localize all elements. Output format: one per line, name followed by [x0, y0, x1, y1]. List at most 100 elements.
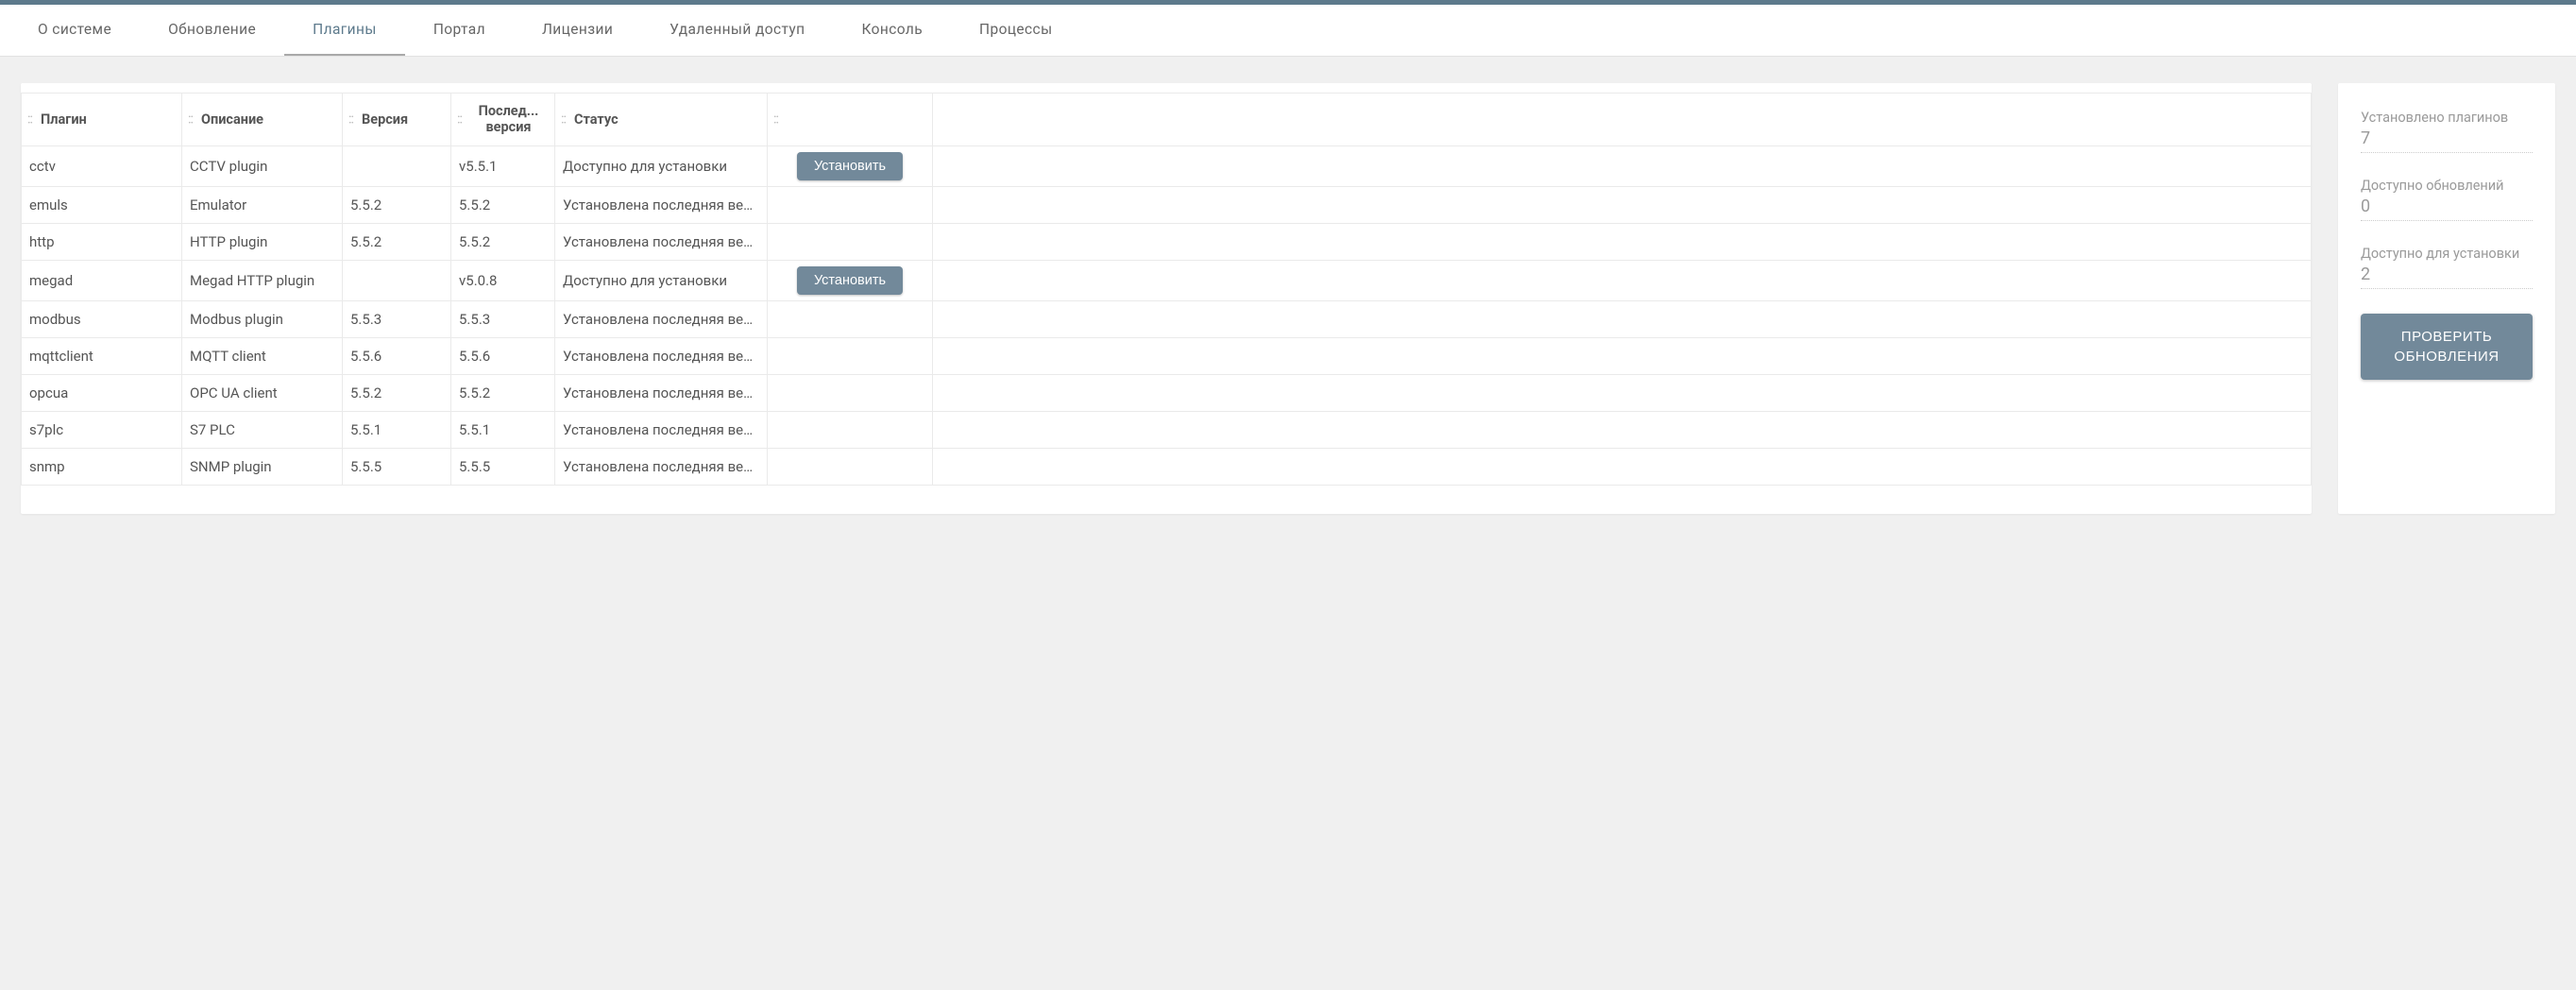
cell-last-version: 5.5.1 — [451, 411, 555, 448]
cell-last-version: 5.5.2 — [451, 223, 555, 260]
stat-installed-label: Установлено плагинов — [2361, 110, 2533, 127]
summary-sidebar: Установлено плагинов 7 Доступно обновлен… — [2338, 83, 2555, 514]
stat-available-label: Доступно для установки — [2361, 246, 2533, 263]
cell-action: Установить — [768, 145, 933, 186]
stat-updates: Доступно обновлений 0 — [2361, 178, 2533, 221]
stat-installed: Установлено плагинов 7 — [2361, 110, 2533, 153]
stat-updates-value: 0 — [2361, 196, 2533, 216]
cell-status: Доступно для установки — [555, 260, 768, 300]
stat-available: Доступно для установки 2 — [2361, 246, 2533, 289]
cell-description: OPC UA client — [182, 374, 343, 411]
cell-status: Установлена последняя вер... — [555, 223, 768, 260]
cell-extra — [933, 300, 2312, 337]
header-plugin[interactable]: ::Плагин — [22, 94, 182, 146]
cell-version: 5.5.1 — [343, 411, 451, 448]
cell-description: MQTT client — [182, 337, 343, 374]
plugins-table: ::Плагин ::Описание ::Версия ::Послед...… — [21, 93, 2312, 486]
table-row: httpHTTP plugin5.5.25.5.2Установлена пос… — [22, 223, 2312, 260]
cell-plugin: mqttclient — [22, 337, 182, 374]
cell-action — [768, 300, 933, 337]
cell-extra — [933, 337, 2312, 374]
cell-plugin: cctv — [22, 145, 182, 186]
stat-installed-value: 7 — [2361, 128, 2533, 148]
cell-last-version: 5.5.5 — [451, 448, 555, 485]
cell-extra — [933, 411, 2312, 448]
cell-description: S7 PLC — [182, 411, 343, 448]
header-version[interactable]: ::Версия — [343, 94, 451, 146]
nav-item-3[interactable]: Портал — [405, 5, 514, 56]
nav-item-6[interactable]: Консоль — [833, 5, 951, 56]
cell-plugin: http — [22, 223, 182, 260]
cell-status: Установлена последняя вер... — [555, 448, 768, 485]
header-last-version[interactable]: ::Послед... версия — [451, 94, 555, 146]
cell-version: 5.5.3 — [343, 300, 451, 337]
header-action[interactable]: :: — [768, 94, 933, 146]
cell-extra — [933, 145, 2312, 186]
cell-extra — [933, 448, 2312, 485]
table-row: emulsEmulator5.5.25.5.2Установлена после… — [22, 186, 2312, 223]
table-row: opcuaOPC UA client5.5.25.5.2Установлена … — [22, 374, 2312, 411]
cell-extra — [933, 186, 2312, 223]
cell-action — [768, 186, 933, 223]
cell-last-version: 5.5.6 — [451, 337, 555, 374]
header-status[interactable]: ::Статус — [555, 94, 768, 146]
cell-description: CCTV plugin — [182, 145, 343, 186]
cell-action — [768, 223, 933, 260]
table-row: snmpSNMP plugin5.5.55.5.5Установлена пос… — [22, 448, 2312, 485]
nav-item-7[interactable]: Процессы — [951, 5, 1080, 56]
cell-action: Установить — [768, 260, 933, 300]
cell-version — [343, 145, 451, 186]
table-row: s7plcS7 PLC5.5.15.5.1Установлена последн… — [22, 411, 2312, 448]
cell-status: Установлена последняя вер... — [555, 411, 768, 448]
table-row: megadMegad HTTP plugin v5.0.8Доступно для… — [22, 260, 2312, 300]
stat-available-value: 2 — [2361, 265, 2533, 284]
cell-description: Modbus plugin — [182, 300, 343, 337]
main-nav: О системеОбновлениеПлагиныПорталЛицензии… — [0, 5, 2576, 57]
nav-item-2[interactable]: Плагины — [284, 5, 405, 56]
cell-last-version: v5.0.8 — [451, 260, 555, 300]
cell-plugin: modbus — [22, 300, 182, 337]
cell-last-version: 5.5.2 — [451, 186, 555, 223]
content-area: ::Плагин ::Описание ::Версия ::Послед...… — [0, 57, 2576, 540]
cell-status: Установлена последняя вер... — [555, 300, 768, 337]
cell-action — [768, 337, 933, 374]
nav-item-5[interactable]: Удаленный доступ — [641, 5, 833, 56]
cell-plugin: emuls — [22, 186, 182, 223]
header-description[interactable]: ::Описание — [182, 94, 343, 146]
cell-description: Emulator — [182, 186, 343, 223]
cell-plugin: opcua — [22, 374, 182, 411]
cell-plugin: s7plc — [22, 411, 182, 448]
cell-version — [343, 260, 451, 300]
check-updates-button[interactable]: ПРОВЕРИТЬ ОБНОВЛЕНИЯ — [2361, 314, 2533, 380]
cell-status: Установлена последняя вер... — [555, 374, 768, 411]
nav-item-0[interactable]: О системе — [9, 5, 140, 56]
cell-action — [768, 374, 933, 411]
plugins-table-card: ::Плагин ::Описание ::Версия ::Послед...… — [21, 83, 2312, 514]
cell-action — [768, 411, 933, 448]
cell-version: 5.5.2 — [343, 186, 451, 223]
install-button[interactable]: Установить — [797, 152, 903, 180]
cell-description: Megad HTTP plugin — [182, 260, 343, 300]
table-row: mqttclientMQTT client5.5.65.5.6Установле… — [22, 337, 2312, 374]
cell-last-version: v5.5.1 — [451, 145, 555, 186]
cell-version: 5.5.6 — [343, 337, 451, 374]
header-extra — [933, 94, 2312, 146]
cell-status: Установлена последняя вер... — [555, 337, 768, 374]
cell-version: 5.5.2 — [343, 374, 451, 411]
cell-description: HTTP plugin — [182, 223, 343, 260]
nav-item-1[interactable]: Обновление — [140, 5, 284, 56]
cell-plugin: megad — [22, 260, 182, 300]
stat-updates-label: Доступно обновлений — [2361, 178, 2533, 195]
cell-action — [768, 448, 933, 485]
cell-status: Установлена последняя вер... — [555, 186, 768, 223]
cell-version: 5.5.2 — [343, 223, 451, 260]
cell-plugin: snmp — [22, 448, 182, 485]
nav-item-4[interactable]: Лицензии — [514, 5, 641, 56]
cell-extra — [933, 223, 2312, 260]
cell-description: SNMP plugin — [182, 448, 343, 485]
cell-version: 5.5.5 — [343, 448, 451, 485]
cell-last-version: 5.5.2 — [451, 374, 555, 411]
table-row: cctvCCTV pluginv5.5.1Доступно для устано… — [22, 145, 2312, 186]
table-row: modbusModbus plugin5.5.35.5.3Установлена… — [22, 300, 2312, 337]
install-button[interactable]: Установить — [797, 266, 903, 295]
